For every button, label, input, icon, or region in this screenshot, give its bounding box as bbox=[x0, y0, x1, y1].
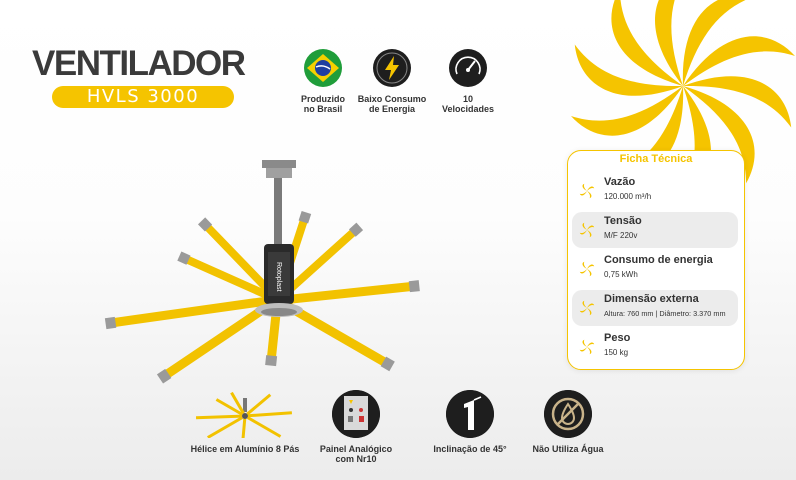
spec-value: 150 kg bbox=[604, 348, 629, 357]
fan-brand-text: Rotoplast bbox=[275, 262, 282, 292]
spec-card-title: Ficha Técnica bbox=[619, 153, 693, 165]
spec-label: Dimensão externa bbox=[604, 293, 699, 305]
spec-row-weight: Peso 150 kg bbox=[572, 329, 738, 365]
feature-label: Hélice em Alumínio 8 Pás bbox=[190, 444, 300, 454]
spec-label: Vazão bbox=[604, 176, 636, 188]
spec-label: Tensão bbox=[604, 215, 642, 227]
fan-icon bbox=[579, 222, 595, 238]
propeller-8-blades-icon bbox=[195, 391, 292, 438]
product-banner: VENTILADOR HVLS 3000 Produzido no Brasil… bbox=[0, 0, 796, 480]
fan-icon bbox=[579, 183, 595, 199]
spec-value: M/F 220v bbox=[604, 231, 638, 240]
feature-control-panel: Painel Analógico com Nr10 bbox=[316, 390, 396, 464]
spec-card: Ficha Técnica Vazão 120.000 m³/h Tensão … bbox=[567, 150, 745, 370]
fan-icon bbox=[579, 261, 595, 277]
spec-row-dimension: Dimensão externa Altura: 760 mm | Diâmet… bbox=[572, 290, 738, 326]
control-panel-icon bbox=[332, 390, 380, 438]
spec-label: Consumo de energia bbox=[604, 254, 713, 266]
spec-value: 0,75 kWh bbox=[604, 270, 638, 279]
feature-label: Inclinação de 45° bbox=[433, 444, 507, 454]
fan-blades bbox=[104, 210, 420, 384]
feature-label: Não Utiliza Água bbox=[532, 444, 604, 454]
feature-label: Painel Analógico com Nr10 bbox=[319, 444, 393, 464]
spec-label: Peso bbox=[604, 332, 631, 344]
feature-no-water: Não Utiliza Água bbox=[528, 390, 608, 454]
tilt-45-icon bbox=[446, 390, 494, 438]
fan-icon bbox=[579, 339, 595, 355]
spec-row-consumption: Consumo de energia 0,75 kWh bbox=[572, 251, 738, 287]
feature-tilt: Inclinação de 45° bbox=[425, 390, 515, 454]
feature-aluminum-blades: Hélice em Alumínio 8 Pás bbox=[180, 390, 310, 454]
spec-value: Altura: 760 mm | Diâmetro: 3.370 mm bbox=[604, 309, 726, 318]
fan-icon bbox=[579, 300, 595, 316]
fan-mount bbox=[262, 160, 296, 244]
no-water-icon bbox=[544, 390, 592, 438]
spec-row-flow: Vazão 120.000 m³/h bbox=[572, 173, 738, 209]
spec-value: 120.000 m³/h bbox=[604, 192, 652, 201]
spec-row-voltage: Tensão M/F 220v bbox=[572, 212, 738, 248]
